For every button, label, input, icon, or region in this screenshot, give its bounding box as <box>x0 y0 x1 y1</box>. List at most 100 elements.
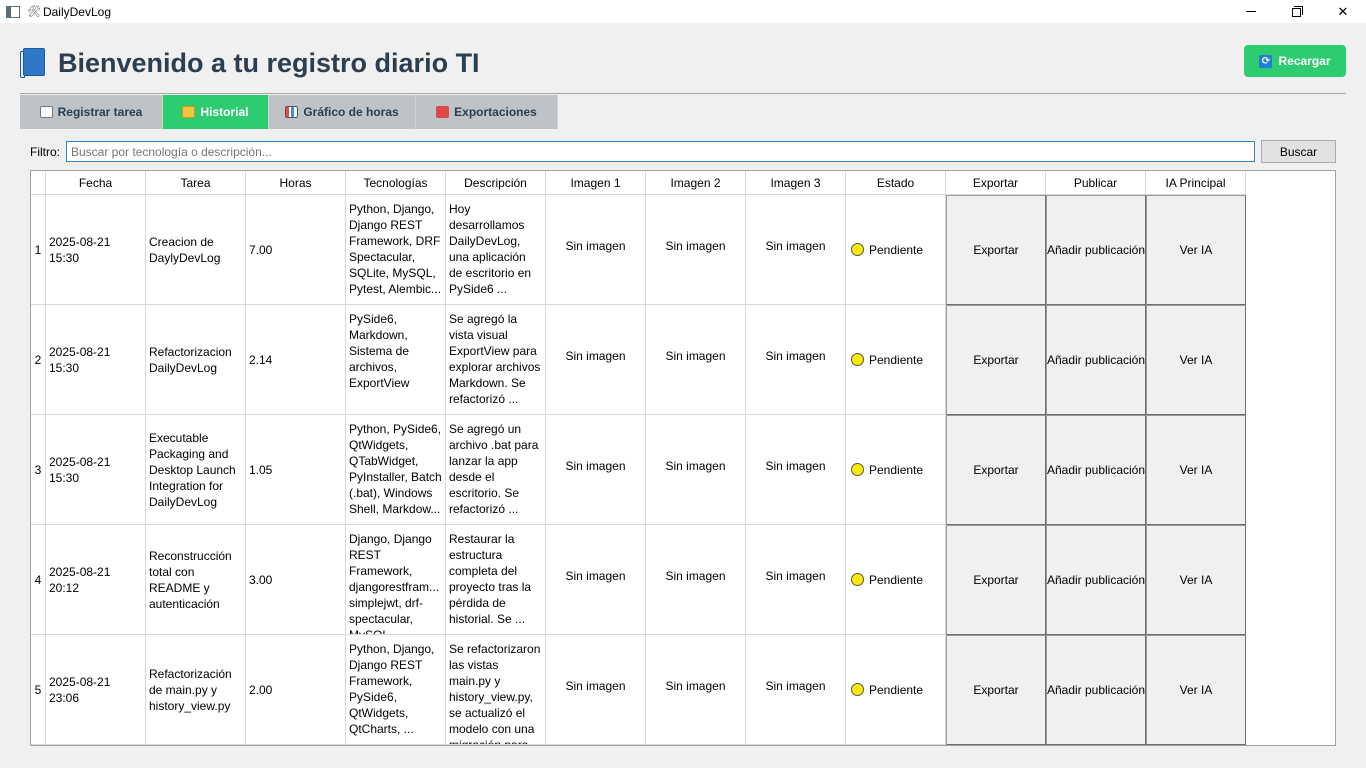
table-corner <box>31 171 46 195</box>
row-number: 3 <box>31 415 46 525</box>
cell-imagen-2[interactable]: Sin imagen <box>646 195 746 305</box>
column-header[interactable]: Publicar <box>1046 171 1146 195</box>
column-header[interactable]: Estado <box>846 171 946 195</box>
cell-horas: 7.00 <box>246 195 346 305</box>
view-ai-button[interactable]: Ver IA <box>1146 415 1246 525</box>
export-button[interactable]: Exportar <box>946 305 1046 415</box>
view-ai-button[interactable]: Ver IA <box>1146 525 1246 635</box>
descripcion-text: Restaurar la estructura completa del pro… <box>449 532 532 626</box>
cell-descripcion: Hoy desarrollamos DailyDevLog, una aplic… <box>446 195 546 305</box>
cell-imagen-1[interactable]: Sin imagen <box>546 525 646 635</box>
cell-estado: Pendiente <box>846 195 946 305</box>
status-dot-icon <box>851 243 864 256</box>
cell-descripcion: Restaurar la estructura completa del pro… <box>446 525 546 635</box>
column-header[interactable]: Tecnologías <box>346 171 446 195</box>
descripcion-text: Se agregó un archivo .bat para lanzar la… <box>449 422 539 516</box>
reload-button[interactable]: ⟳ Recargar <box>1244 45 1346 77</box>
column-header[interactable]: Descripción <box>446 171 546 195</box>
column-header[interactable]: Imagen 3 <box>746 171 846 195</box>
table-row[interactable]: 5 2025-08-21 23:06 Refactorización de ma… <box>31 635 1246 745</box>
table-row[interactable]: 2 2025-08-21 15:30 Refactorizacion Daily… <box>31 305 1246 415</box>
cell-fecha: 2025-08-21 15:30 <box>46 195 146 305</box>
cell-imagen-1[interactable]: Sin imagen <box>546 635 646 745</box>
publish-button[interactable]: Añadir publicación <box>1046 305 1146 415</box>
tecnologias-text: PySide6, Markdown, Sistema de archivos, … <box>349 312 410 390</box>
close-button[interactable]: ✕ <box>1320 0 1366 23</box>
maximize-button[interactable] <box>1274 0 1320 23</box>
column-header[interactable]: Horas <box>246 171 346 195</box>
tecnologias-text: Python, PySide6, QtWidgets, QTabWidget, … <box>349 422 442 516</box>
export-button[interactable]: Exportar <box>946 415 1046 525</box>
status-dot-icon <box>851 683 864 696</box>
publish-button[interactable]: Añadir publicación <box>1046 415 1146 525</box>
cell-imagen-2[interactable]: Sin imagen <box>646 525 746 635</box>
export-button[interactable]: Exportar <box>946 635 1046 745</box>
cell-imagen-3[interactable]: Sin imagen <box>746 525 846 635</box>
tab-grafico-de-horas[interactable]: Gráfico de horas <box>269 95 416 129</box>
cell-imagen-1[interactable]: Sin imagen <box>546 195 646 305</box>
cell-fecha: 2025-08-21 23:06 <box>46 635 146 745</box>
status-text: Pendiente <box>869 682 924 697</box>
cell-tarea: Reconstrucción total con README y autent… <box>146 525 246 635</box>
cell-tarea: Refactorización de main.py y history_vie… <box>146 635 246 745</box>
cell-imagen-1[interactable]: Sin imagen <box>546 305 646 415</box>
table-row[interactable]: 4 2025-08-21 20:12 Reconstrucción total … <box>31 525 1246 635</box>
close-icon: ✕ <box>1337 3 1349 19</box>
status-dot-icon <box>851 573 864 586</box>
tecnologias-text: Django, Django REST Framework, djangores… <box>349 532 440 635</box>
column-header[interactable]: Exportar <box>946 171 1046 195</box>
column-header[interactable]: IA Principal <box>1146 171 1246 195</box>
table-row[interactable]: 3 2025-08-21 15:30 Executable Packaging … <box>31 415 1246 525</box>
restore-icon <box>1291 6 1303 17</box>
row-number: 2 <box>31 305 46 415</box>
minimize-button[interactable] <box>1228 0 1274 23</box>
view-ai-button[interactable]: Ver IA <box>1146 305 1246 415</box>
publish-button[interactable]: Añadir publicación <box>1046 525 1146 635</box>
header-divider <box>20 93 1346 94</box>
cell-imagen-2[interactable]: Sin imagen <box>646 635 746 745</box>
tab-historial[interactable]: Historial <box>163 95 269 129</box>
tecnologias-text: Python, Django, Django REST Framework, P… <box>349 642 435 736</box>
view-ai-button[interactable]: Ver IA <box>1146 195 1246 305</box>
tab-label: Historial <box>200 105 249 119</box>
cell-estado: Pendiente <box>846 635 946 745</box>
column-header[interactable]: Imagen 2 <box>646 171 746 195</box>
cell-imagen-2[interactable]: Sin imagen <box>646 415 746 525</box>
view-ai-button[interactable]: Ver IA <box>1146 635 1246 745</box>
descripcion-text: Se agregó la vista visual ExportView par… <box>449 312 541 406</box>
column-header[interactable]: Imagen 1 <box>546 171 646 195</box>
publish-button[interactable]: Añadir publicación <box>1046 635 1146 745</box>
cell-tecnologias: PySide6, Markdown, Sistema de archivos, … <box>346 305 446 415</box>
app-icon <box>6 5 20 18</box>
row-number: 4 <box>31 525 46 635</box>
table-row[interactable]: 1 2025-08-21 15:30 Creacion de DaylyDevL… <box>31 195 1246 305</box>
cell-imagen-2[interactable]: Sin imagen <box>646 305 746 415</box>
cell-fecha: 2025-08-21 15:30 <box>46 305 146 415</box>
cell-imagen-3[interactable]: Sin imagen <box>746 195 846 305</box>
tab-registrar-tarea[interactable]: Registrar tarea <box>20 95 163 129</box>
cell-descripcion: Se refactorizaron las vistas main.py y h… <box>446 635 546 745</box>
filter-input[interactable] <box>66 141 1255 162</box>
cell-imagen-1[interactable]: Sin imagen <box>546 415 646 525</box>
export-button[interactable]: Exportar <box>946 525 1046 635</box>
publish-button[interactable]: Añadir publicación <box>1046 195 1146 305</box>
column-header[interactable]: Tarea <box>146 171 246 195</box>
search-button[interactable]: Buscar <box>1261 140 1336 163</box>
status-text: Pendiente <box>869 462 924 477</box>
outbox-icon <box>436 106 450 118</box>
cell-horas: 2.14 <box>246 305 346 415</box>
cell-imagen-3[interactable]: Sin imagen <box>746 415 846 525</box>
tecnologias-text: Python, Django, Django REST Framework, D… <box>349 202 442 296</box>
page-title: Bienvenido a tu registro diario TI <box>58 47 480 78</box>
cell-imagen-3[interactable]: Sin imagen <box>746 305 846 415</box>
cell-tecnologias: Django, Django REST Framework, djangores… <box>346 525 446 635</box>
status-text: Pendiente <box>869 352 924 367</box>
tab-exportaciones[interactable]: Exportaciones <box>416 95 558 129</box>
cell-tarea: Executable Packaging and Desktop Launch … <box>146 415 246 525</box>
cell-imagen-3[interactable]: Sin imagen <box>746 635 846 745</box>
reload-label: Recargar <box>1278 54 1331 68</box>
filter-label: Filtro: <box>30 145 60 159</box>
export-button[interactable]: Exportar <box>946 195 1046 305</box>
column-header[interactable]: Fecha <box>46 171 146 195</box>
descripcion-text: Hoy desarrollamos DailyDevLog, una aplic… <box>449 202 532 296</box>
